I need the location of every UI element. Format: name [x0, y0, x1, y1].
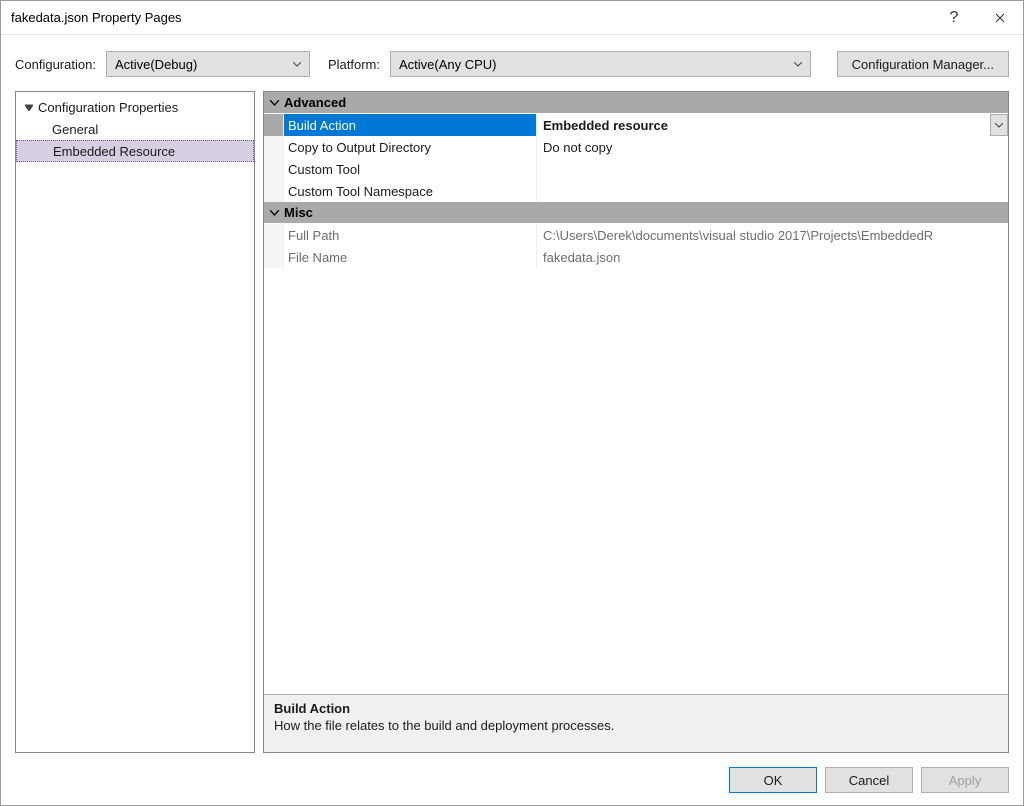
- category-label: Misc: [284, 205, 313, 220]
- property-grid-panel: Advanced Build Action Embedded resource …: [263, 91, 1009, 753]
- prop-row-custom-tool-namespace[interactable]: Custom Tool Namespace: [264, 180, 1008, 202]
- tree-item-embedded-resource[interactable]: Embedded Resource: [16, 140, 254, 162]
- main-content: Configuration Properties General Embedde…: [1, 91, 1023, 759]
- tree-root-label: Configuration Properties: [38, 100, 178, 115]
- description-pane: Build Action How the file relates to the…: [264, 694, 1008, 752]
- configuration-label: Configuration:: [15, 57, 96, 72]
- prop-row-custom-tool[interactable]: Custom Tool: [264, 158, 1008, 180]
- prop-row-full-path[interactable]: Full Path C:\Users\Derek\documents\visua…: [264, 224, 1008, 246]
- description-title: Build Action: [274, 701, 998, 716]
- category-header-advanced[interactable]: Advanced: [264, 92, 1008, 114]
- help-button[interactable]: ?: [931, 1, 977, 34]
- prop-value[interactable]: [537, 158, 1008, 180]
- chevron-down-icon[interactable]: [990, 114, 1008, 136]
- prop-name: Build Action: [284, 114, 537, 136]
- row-gutter: [264, 246, 284, 268]
- tree-item-label: General: [52, 122, 98, 137]
- close-icon: [995, 13, 1005, 23]
- chevron-down-icon: [264, 100, 284, 106]
- configuration-value: Active(Debug): [115, 57, 197, 72]
- prop-value[interactable]: Embedded resource: [537, 114, 1008, 136]
- row-gutter: [264, 180, 284, 202]
- property-pages-dialog: fakedata.json Property Pages ? Configura…: [0, 0, 1024, 806]
- apply-button: Apply: [921, 767, 1009, 793]
- chevron-down-icon: [790, 62, 806, 67]
- platform-label: Platform:: [328, 57, 380, 72]
- ok-button[interactable]: OK: [729, 767, 817, 793]
- titlebar-buttons: ?: [931, 1, 1023, 34]
- configuration-combo[interactable]: Active(Debug): [106, 51, 310, 77]
- platform-combo[interactable]: Active(Any CPU): [390, 51, 811, 77]
- prop-value: C:\Users\Derek\documents\visual studio 2…: [537, 224, 1008, 246]
- configuration-toolbar: Configuration: Active(Debug) Platform: A…: [1, 35, 1023, 91]
- row-gutter: [264, 136, 284, 158]
- chevron-down-icon: [289, 62, 305, 67]
- tree-item-root[interactable]: Configuration Properties: [16, 96, 254, 118]
- prop-row-copy-to-output[interactable]: Copy to Output Directory Do not copy: [264, 136, 1008, 158]
- tree-item-label: Embedded Resource: [53, 144, 175, 159]
- description-text: How the file relates to the build and de…: [274, 718, 998, 733]
- prop-row-build-action[interactable]: Build Action Embedded resource: [264, 114, 1008, 136]
- cancel-button[interactable]: Cancel: [825, 767, 913, 793]
- configuration-manager-button[interactable]: Configuration Manager...: [837, 51, 1009, 77]
- category-header-misc[interactable]: Misc: [264, 202, 1008, 224]
- prop-value[interactable]: [537, 180, 1008, 202]
- prop-value[interactable]: Do not copy: [537, 136, 1008, 158]
- nav-tree[interactable]: Configuration Properties General Embedde…: [15, 91, 255, 753]
- prop-value: fakedata.json: [537, 246, 1008, 268]
- row-gutter: [264, 158, 284, 180]
- tree-item-general[interactable]: General: [16, 118, 254, 140]
- chevron-down-icon: [264, 210, 284, 216]
- close-button[interactable]: [977, 1, 1023, 34]
- dialog-buttons: OK Cancel Apply: [1, 759, 1023, 805]
- row-gutter: [264, 224, 284, 246]
- prop-name: Custom Tool: [284, 158, 537, 180]
- prop-name: Custom Tool Namespace: [284, 180, 537, 202]
- titlebar: fakedata.json Property Pages ?: [1, 1, 1023, 35]
- platform-value: Active(Any CPU): [399, 57, 497, 72]
- property-grid[interactable]: Advanced Build Action Embedded resource …: [264, 92, 1008, 694]
- prop-name: Copy to Output Directory: [284, 136, 537, 158]
- window-title: fakedata.json Property Pages: [11, 10, 182, 25]
- prop-name: Full Path: [284, 224, 537, 246]
- prop-name: File Name: [284, 246, 537, 268]
- row-gutter: [264, 114, 284, 136]
- category-label: Advanced: [284, 95, 346, 110]
- prop-row-file-name[interactable]: File Name fakedata.json: [264, 246, 1008, 268]
- tree-expand-icon[interactable]: [22, 100, 36, 114]
